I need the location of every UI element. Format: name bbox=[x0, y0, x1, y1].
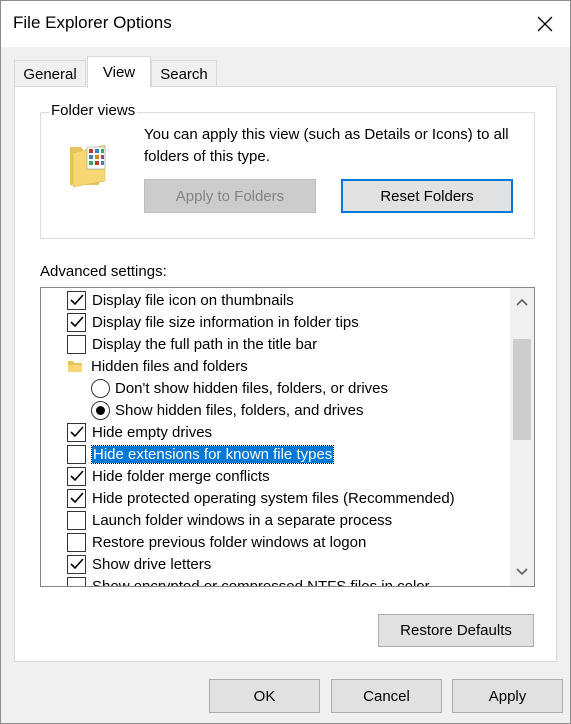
checkbox[interactable] bbox=[67, 312, 86, 332]
advanced-setting-label: Launch folder windows in a separate proc… bbox=[92, 511, 393, 529]
window-title: File Explorer Options bbox=[13, 13, 172, 32]
checkbox[interactable] bbox=[67, 444, 86, 464]
advanced-settings-label: Advanced settings: bbox=[40, 263, 167, 280]
advanced-setting-label: Display file size information in folder … bbox=[92, 313, 359, 331]
radio-button[interactable] bbox=[91, 400, 110, 420]
scroll-up-button[interactable] bbox=[510, 290, 534, 314]
checkmark-icon bbox=[69, 294, 84, 306]
advanced-setting-label: Don't show hidden files, folders, or dri… bbox=[115, 379, 388, 397]
checkbox[interactable] bbox=[67, 334, 86, 354]
checkbox[interactable] bbox=[67, 488, 86, 508]
checkbox[interactable] bbox=[67, 422, 86, 442]
checkbox[interactable] bbox=[67, 290, 86, 310]
advanced-setting-row[interactable]: Restore previous folder windows at logon bbox=[67, 531, 366, 553]
folder-icon bbox=[68, 361, 82, 372]
checkmark-icon bbox=[69, 492, 84, 504]
reset-folders-button[interactable]: Reset Folders bbox=[341, 179, 513, 213]
advanced-setting-row[interactable]: Show drive letters bbox=[67, 553, 211, 575]
checkbox[interactable] bbox=[67, 532, 86, 552]
tab-view[interactable]: View bbox=[87, 56, 151, 88]
checkmark-icon bbox=[69, 426, 84, 438]
restore-defaults-button[interactable]: Restore Defaults bbox=[378, 614, 534, 647]
advanced-setting-label: Hide extensions for known file types bbox=[90, 444, 335, 464]
title-bar: File Explorer Options bbox=[1, 1, 570, 47]
checkmark-icon bbox=[69, 470, 84, 482]
cancel-button[interactable]: Cancel bbox=[331, 679, 442, 713]
advanced-setting-label: Hide protected operating system files (R… bbox=[92, 489, 455, 507]
advanced-settings-list[interactable]: Display file icon on thumbnails Display f… bbox=[40, 287, 535, 587]
advanced-setting-label: Hide folder merge conflicts bbox=[92, 467, 270, 485]
radio-button[interactable] bbox=[91, 378, 110, 398]
folder-views-title: Folder views bbox=[49, 102, 138, 119]
checkbox[interactable] bbox=[67, 510, 86, 530]
scroll-down-button[interactable] bbox=[510, 560, 534, 584]
advanced-setting-row[interactable]: Hide extensions for known file types bbox=[67, 443, 335, 465]
vertical-scrollbar[interactable] bbox=[510, 288, 534, 586]
advanced-setting-row[interactable]: Hide protected operating system files (R… bbox=[67, 487, 455, 509]
ok-button[interactable]: OK bbox=[209, 679, 320, 713]
advanced-setting-label: Show encrypted or compressed NTFS files … bbox=[92, 577, 430, 587]
chevron-down-icon bbox=[516, 568, 528, 576]
advanced-setting-row[interactable]: Don't show hidden files, folders, or dri… bbox=[91, 377, 388, 399]
scroll-thumb[interactable] bbox=[513, 339, 531, 440]
chevron-up-icon bbox=[516, 298, 528, 306]
checkbox[interactable] bbox=[67, 576, 86, 586]
advanced-setting-label: Hidden files and folders bbox=[91, 357, 248, 375]
advanced-setting-row[interactable]: Display file size information in folder … bbox=[67, 311, 359, 333]
folder-views-icon bbox=[70, 144, 106, 188]
radio-dot bbox=[96, 405, 105, 415]
file-explorer-options-dialog: File Explorer Options General View Searc… bbox=[0, 0, 571, 724]
advanced-setting-row[interactable]: Show encrypted or compressed NTFS files … bbox=[67, 575, 430, 587]
tab-general[interactable]: General bbox=[14, 60, 86, 87]
advanced-setting-label: Display the full path in the title bar bbox=[92, 335, 318, 353]
advanced-setting-row[interactable]: Display file icon on thumbnails bbox=[67, 289, 294, 311]
tab-search[interactable]: Search bbox=[151, 60, 217, 87]
close-button[interactable] bbox=[528, 7, 562, 41]
advanced-setting-row[interactable]: Hidden files and folders bbox=[67, 355, 248, 377]
advanced-setting-label: Show hidden files, folders, and drives bbox=[115, 401, 364, 419]
checkbox[interactable] bbox=[67, 466, 86, 486]
folder-views-group: Folder views You can apply this view (su… bbox=[40, 102, 535, 239]
advanced-setting-label: Show drive letters bbox=[92, 555, 212, 573]
folder-views-description: You can apply this view (such as Details… bbox=[144, 126, 509, 165]
checkmark-icon bbox=[69, 558, 84, 570]
apply-button[interactable]: Apply bbox=[452, 679, 563, 713]
view-tab-panel: Folder views You can apply this view (su… bbox=[14, 86, 557, 662]
advanced-setting-row[interactable]: Show hidden files, folders, and drives bbox=[91, 399, 363, 421]
checkbox[interactable] bbox=[67, 554, 86, 574]
advanced-setting-label: Display file icon on thumbnails bbox=[92, 291, 294, 309]
advanced-setting-row[interactable]: Display the full path in the title bar bbox=[67, 333, 317, 355]
close-icon bbox=[537, 16, 553, 32]
advanced-setting-row[interactable]: Hide folder merge conflicts bbox=[67, 465, 270, 487]
advanced-setting-row[interactable]: Hide empty drives bbox=[67, 421, 212, 443]
checkmark-icon bbox=[69, 316, 84, 328]
advanced-setting-row[interactable]: Launch folder windows in a separate proc… bbox=[67, 509, 392, 531]
advanced-setting-label: Restore previous folder windows at logon bbox=[92, 533, 367, 551]
advanced-setting-label: Hide empty drives bbox=[92, 423, 213, 441]
apply-to-folders-button[interactable]: Apply to Folders bbox=[144, 179, 316, 213]
